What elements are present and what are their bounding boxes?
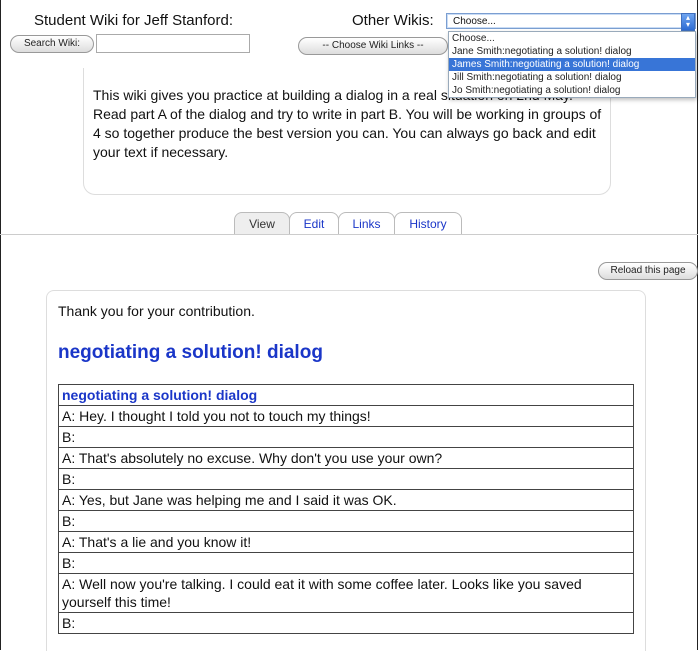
wiki-title: Student Wiki for Jeff Stanford:: [34, 12, 233, 29]
tabs-divider: [0, 234, 698, 235]
table-row: A: Well now you're talking. I could eat …: [58, 573, 634, 613]
dropdown-option[interactable]: Jill Smith:negotiating a solution! dialo…: [449, 71, 695, 84]
tab-links[interactable]: Links: [338, 212, 395, 235]
page-title: negotiating a solution! dialog: [58, 342, 323, 363]
select-arrows-icon: ▴ ▾: [681, 13, 695, 31]
table-row: B:: [58, 510, 634, 532]
dropdown-option-selected[interactable]: James Smith:negotiating a solution! dial…: [449, 58, 695, 71]
table-row: A: Hey. I thought I told you not to touc…: [58, 405, 634, 427]
table-header: negotiating a solution! dialog: [58, 384, 634, 406]
table-row: B:: [58, 426, 634, 448]
dialog-table: negotiating a solution! dialog A: Hey. I…: [58, 384, 634, 634]
thanks-message: Thank you for your contribution.: [58, 303, 255, 319]
table-row: B:: [58, 612, 634, 634]
search-wiki-button[interactable]: Search Wiki:: [10, 35, 94, 53]
other-wikis-dropdown: Choose... Jane Smith:negotiating a solut…: [448, 31, 696, 98]
dialog-line: A: Yes, but Jane was helping me and I sa…: [58, 489, 634, 511]
dialog-line: B:: [58, 510, 634, 532]
search-input[interactable]: [96, 34, 250, 53]
dialog-line: A: That's absolutely no excuse. Why don'…: [58, 447, 634, 469]
dropdown-option[interactable]: Jo Smith:negotiating a solution! dialog: [449, 84, 695, 97]
table-row: A: That's a lie and you know it!: [58, 531, 634, 553]
tab-view[interactable]: View: [234, 212, 290, 235]
dialog-line: A: Well now you're talking. I could eat …: [58, 573, 634, 613]
dialog-line: B:: [58, 426, 634, 448]
table-row: B:: [58, 552, 634, 574]
other-wikis-label: Other Wikis:: [352, 12, 434, 29]
dropdown-option[interactable]: Choose...: [449, 32, 695, 45]
table-row: B:: [58, 468, 634, 490]
tab-history[interactable]: History: [394, 212, 462, 235]
dialog-line: B:: [58, 552, 634, 574]
table-row: A: That's absolutely no excuse. Why don'…: [58, 447, 634, 469]
table-row: A: Yes, but Jane was helping me and I sa…: [58, 489, 634, 511]
reload-page-button[interactable]: Reload this page: [598, 262, 698, 280]
dropdown-option[interactable]: Jane Smith:negotiating a solution! dialo…: [449, 45, 695, 58]
other-wikis-select[interactable]: Choose... ▴ ▾: [446, 13, 696, 31]
tab-edit[interactable]: Edit: [289, 212, 339, 235]
dialog-line: A: Hey. I thought I told you not to touc…: [58, 405, 634, 427]
table-row: negotiating a solution! dialog: [58, 384, 634, 406]
select-value: Choose...: [453, 16, 496, 27]
dialog-line: B:: [58, 468, 634, 490]
dialog-line: B:: [58, 612, 634, 634]
choose-wiki-links-select[interactable]: -- Choose Wiki Links --: [298, 37, 448, 55]
dialog-line: A: That's a lie and you know it!: [58, 531, 634, 553]
